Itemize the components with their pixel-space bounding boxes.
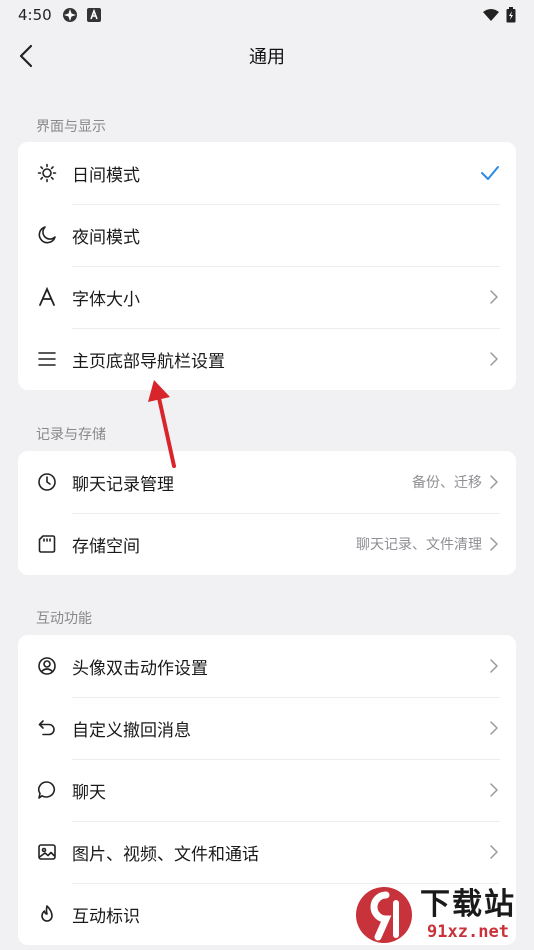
back-button[interactable] [10,40,42,72]
row-chat[interactable]: 聊天 [18,759,516,821]
row-label: 日间模式 [72,165,140,186]
section-label-storage: 记录与存储 [36,427,106,443]
row-storage-space[interactable]: 存储空间 聊天记录、文件清理 [18,513,516,575]
watermark-cn: 下载站 [420,887,516,922]
chevron-right-icon [490,659,498,673]
page-title: 通用 [249,47,285,68]
watermark-url: 91xz.net [427,922,509,942]
row-label: 主页底部导航栏设置 [72,351,225,372]
row-avatar-double-tap[interactable]: 头像双击动作设置 [18,635,516,697]
battery-icon [506,7,516,23]
card-display: 日间模式 夜间模式 字体大小 主页底部导航栏设置 [18,142,516,390]
sd-card-icon [36,533,58,555]
avatar-icon [36,655,58,677]
checkmark-icon [481,166,499,180]
status-bar: 4:50 [0,0,534,30]
row-label: 聊天记录管理 [72,474,174,495]
row-night-mode[interactable]: 夜间模式 [18,204,516,266]
row-label: 聊天 [72,782,106,803]
chevron-right-icon [490,475,498,489]
watermark-logo-icon [356,887,412,943]
status-time: 4:50 [18,6,52,24]
row-bottom-nav-settings[interactable]: 主页底部导航栏设置 [18,328,516,390]
shield-app-icon [62,8,77,22]
clock-icon [36,471,58,493]
row-label: 夜间模式 [72,227,140,248]
title-bar: 通用 [0,30,534,82]
section-label-interaction: 互动功能 [36,611,92,627]
menu-icon [36,348,58,370]
chevron-right-icon [490,845,498,859]
row-label: 互动标识 [72,906,140,927]
row-chat-history[interactable]: 聊天记录管理 备份、迁移 [18,451,516,513]
chevron-right-icon [490,352,498,366]
row-subtitle: 备份、迁移 [412,475,482,491]
section-label-display: 界面与显示 [36,119,106,135]
chevron-right-icon [490,721,498,735]
chat-bubble-icon [36,779,58,801]
chevron-right-icon [490,537,498,551]
wifi-icon [483,9,499,21]
moon-icon [36,224,58,246]
row-label: 字体大小 [72,289,140,310]
sun-icon [36,162,58,184]
chevron-right-icon [490,783,498,797]
undo-icon [36,717,58,739]
row-day-mode[interactable]: 日间模式 [18,142,516,204]
row-font-size[interactable]: 字体大小 [18,266,516,328]
row-media-files-calls[interactable]: 图片、视频、文件和通话 [18,821,516,883]
row-custom-recall[interactable]: 自定义撤回消息 [18,697,516,759]
row-label: 存储空间 [72,536,140,557]
font-size-icon [36,286,58,308]
chevron-right-icon [490,290,498,304]
row-subtitle: 聊天记录、文件清理 [356,537,482,553]
watermark: 下载站 91xz.net [352,880,530,950]
row-label: 自定义撤回消息 [72,720,191,741]
row-label: 头像双击动作设置 [72,658,208,679]
card-storage: 聊天记录管理 备份、迁移 存储空间 聊天记录、文件清理 [18,451,516,575]
watermark-text: 下载站 91xz.net [420,887,516,943]
row-label: 图片、视频、文件和通话 [72,844,259,865]
image-icon [36,841,58,863]
flame-icon [36,903,58,925]
chevron-left-icon [19,44,33,68]
app-notification-icon [86,8,101,22]
